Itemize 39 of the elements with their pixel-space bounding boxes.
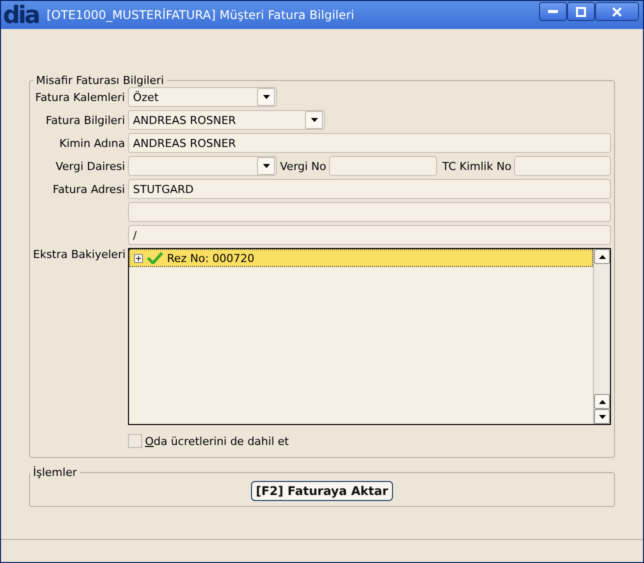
window-title: [OTE1000_MUSTERİFATURA] Müşteri Fatura Bilgileri: [46, 8, 356, 22]
expand-icon[interactable]: [134, 254, 143, 262]
field-label: TC Kimlik No: [442, 160, 512, 172]
logo: dia: [3, 2, 39, 28]
text-field[interactable]: ANDREAS ROSNER: [128, 133, 611, 153]
panel-title: İşlemler: [32, 466, 78, 479]
down-arrow-icon: [598, 414, 606, 418]
down-arrow-icon: [310, 118, 318, 122]
text-field[interactable]: [329, 156, 438, 176]
checkbox-label[interactable]: Oda ücretlerini de dahil et: [145, 434, 289, 448]
maximize-button[interactable]: [567, 2, 595, 21]
tree-item[interactable]: Rez No: 000720: [129, 249, 593, 267]
minimize-icon: [548, 10, 558, 13]
panel-title: Misafir Faturası Bilgileri: [35, 74, 165, 87]
maximize-icon: [576, 6, 586, 16]
field-label: Kimin Adına: [58, 136, 125, 150]
field-label: Vergi No: [280, 160, 326, 172]
close-icon: [612, 6, 622, 16]
dropdown-field[interactable]: [128, 156, 277, 176]
down-arrow-icon: [262, 164, 270, 168]
transfer-to-invoice-button[interactable]: [F2] Faturaya Aktar: [250, 481, 394, 501]
field-label: Vergi Dairesi: [54, 160, 125, 172]
checkbox[interactable]: [128, 434, 142, 448]
field-label: Fatura Bilgileri: [44, 114, 125, 126]
field-label: Fatura Adresi: [52, 182, 125, 196]
text-field[interactable]: [128, 202, 611, 222]
up-arrow-icon: [598, 254, 606, 258]
scrollbar[interactable]: [593, 249, 610, 424]
text-field[interactable]: STUTGARD: [128, 179, 611, 199]
dropdown-field[interactable]: Özet: [128, 87, 277, 107]
close-button[interactable]: [595, 2, 639, 21]
text-field[interactable]: [514, 156, 611, 176]
dropdown-field[interactable]: ANDREAS ROSNER: [128, 110, 325, 130]
field-label: Fatura Kalemleri: [34, 90, 125, 104]
field-label: Ekstra Bakiyeleri: [33, 248, 125, 261]
text-field[interactable]: /: [128, 225, 611, 245]
minimize-button[interactable]: [539, 2, 567, 21]
down-arrow-icon: [262, 95, 270, 99]
up-arrow-icon: [598, 400, 606, 404]
